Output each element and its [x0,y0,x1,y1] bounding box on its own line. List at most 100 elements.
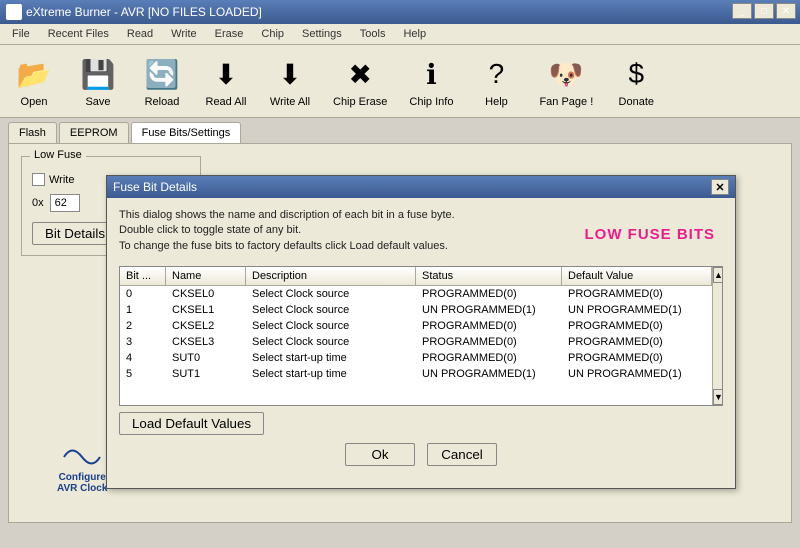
toolbar: 📂 Open 💾 Save 🔄 Reload ⬇Read All⬇Write All ✖ Chi… [0,45,800,118]
tool-fan-page[interactable]: 🐶 Fan Page ! [530,49,602,113]
column-header[interactable]: Description [246,267,416,285]
cell-name: CKSEL2 [166,318,246,334]
tool-label: Chip Info [409,96,453,108]
cell-bit: 0 [120,286,166,302]
cell-bit: 2 [120,318,166,334]
menu-write[interactable]: Write [163,26,204,42]
menu-tools[interactable]: Tools [352,26,394,42]
dialog-intro-1: This dialog shows the name and discripti… [119,208,723,223]
save-icon: 💾 [78,54,118,94]
tool-help[interactable]: ? Help [466,49,526,113]
cell-desc: Select Clock source [246,334,416,350]
menu-help[interactable]: Help [395,26,434,42]
cell-name: SUT0 [166,350,246,366]
tool-write-all[interactable]: ⬇Write All [260,49,320,113]
cell-bit: 5 [120,366,166,382]
hex-input[interactable]: 62 [50,194,80,212]
window-title: eXtreme Burner - AVR [NO FILES LOADED] [26,5,262,19]
tool-label: Save [85,96,110,108]
minimize-button[interactable]: _ [732,3,752,19]
tool-label: Reload [145,96,180,108]
window-titlebar: eXtreme Burner - AVR [NO FILES LOADED] _… [0,0,800,24]
tool-save[interactable]: 💾 Save [68,49,128,113]
cell-name: CKSEL3 [166,334,246,350]
tool-reload[interactable]: 🔄 Reload [132,49,192,113]
menu-file[interactable]: File [4,26,38,42]
maximize-button[interactable]: □ [754,3,774,19]
write-checkbox[interactable] [32,173,45,186]
menu-read[interactable]: Read [119,26,161,42]
table-row[interactable]: 0CKSEL0Select Clock sourcePROGRAMMED(0)P… [120,286,712,302]
tool-label: Donate [619,96,654,108]
ok-button[interactable]: Ok [345,443,415,466]
tab-eeprom[interactable]: EEPROM [59,122,129,143]
dialog-close-button[interactable]: ✕ [711,179,729,195]
group-label: Low Fuse [30,149,86,161]
column-header[interactable]: Name [166,267,246,285]
cell-status: PROGRAMMED(0) [416,318,562,334]
chip-erase-icon: ✖ [340,54,380,94]
tool-label: Write All [270,96,310,108]
tab-flash[interactable]: Flash [8,122,57,143]
help-icon: ? [476,54,516,94]
tool-label: Fan Page ! [539,96,593,108]
column-header[interactable]: Status [416,267,562,285]
donate-icon: $ [616,54,656,94]
tool-chip-info[interactable]: ℹChip Info [400,49,462,113]
tool-chip-erase[interactable]: ✖ Chip Erase [324,49,396,113]
cell-name: CKSEL1 [166,302,246,318]
cell-desc: Select start-up time [246,350,416,366]
scroll-up-icon[interactable]: ▲ [713,267,723,283]
tool-read-all[interactable]: ⬇Read All [196,49,256,113]
cancel-button[interactable]: Cancel [427,443,497,466]
tool-label: Chip Erase [333,96,387,108]
column-header[interactable]: Bit ... [120,267,166,285]
cell-bit: 4 [120,350,166,366]
cell-bit: 1 [120,302,166,318]
write-label: Write [49,174,74,186]
fuse-table: Bit ...NameDescriptionStatusDefault Valu… [119,266,723,406]
column-header[interactable]: Default Value [562,267,712,285]
tool-label: Open [21,96,48,108]
cell-def: PROGRAMMED(0) [562,350,712,366]
cell-status: PROGRAMMED(0) [416,334,562,350]
open-icon: 📂 [14,54,54,94]
cell-status: PROGRAMMED(0) [416,286,562,302]
table-scrollbar[interactable]: ▲ ▼ [712,267,723,405]
cell-bit: 3 [120,334,166,350]
menu-recent-files[interactable]: Recent Files [40,26,117,42]
tool-donate[interactable]: $ Donate [606,49,666,113]
menubar: FileRecent FilesReadWriteEraseChipSettin… [0,24,800,45]
cell-desc: Select Clock source [246,286,416,302]
cell-def: UN PROGRAMMED(1) [562,366,712,382]
tab-fuse-bits-settings[interactable]: Fuse Bits/Settings [131,122,242,143]
cell-desc: Select Clock source [246,302,416,318]
scroll-down-icon[interactable]: ▼ [713,389,723,405]
cell-status: PROGRAMMED(0) [416,350,562,366]
avr-clock-label-1: Configure [59,472,106,483]
tool-open[interactable]: 📂 Open [4,49,64,113]
close-window-button[interactable]: ✕ [776,3,796,19]
avr-clock-label-2: AVR Clock [57,483,107,494]
menu-erase[interactable]: Erase [207,26,252,42]
cell-name: SUT1 [166,366,246,382]
table-row[interactable]: 1CKSEL1Select Clock source UN PROGRAMMED(… [120,302,712,318]
menu-chip[interactable]: Chip [253,26,292,42]
avr-clock-button[interactable]: Configure AVR Clock [57,442,107,494]
table-row[interactable]: 3CKSEL3Select Clock sourcePROGRAMMED(0)P… [120,334,712,350]
cell-def: PROGRAMMED(0) [562,286,712,302]
dialog-titlebar: Fuse Bit Details ✕ [107,176,735,198]
table-row[interactable]: 2CKSEL2Select Clock sourcePROGRAMMED(0)P… [120,318,712,334]
cell-def: UN PROGRAMMED(1) [562,302,712,318]
cell-def: PROGRAMMED(0) [562,318,712,334]
cell-desc: Select Clock source [246,318,416,334]
menu-settings[interactable]: Settings [294,26,350,42]
reload-icon: 🔄 [142,54,182,94]
table-row[interactable]: 5SUT1Select start-up timeUN PROGRAMMED(1… [120,366,712,382]
tool-label: Help [485,96,508,108]
cell-def: PROGRAMMED(0) [562,334,712,350]
load-defaults-button[interactable]: Load Default Values [119,412,264,435]
fan-page-icon: 🐶 [546,54,586,94]
table-row[interactable]: 4SUT0Select start-up timePROGRAMMED(0)PR… [120,350,712,366]
fuse-bit-details-dialog: Fuse Bit Details ✕ This dialog shows the… [106,175,736,489]
